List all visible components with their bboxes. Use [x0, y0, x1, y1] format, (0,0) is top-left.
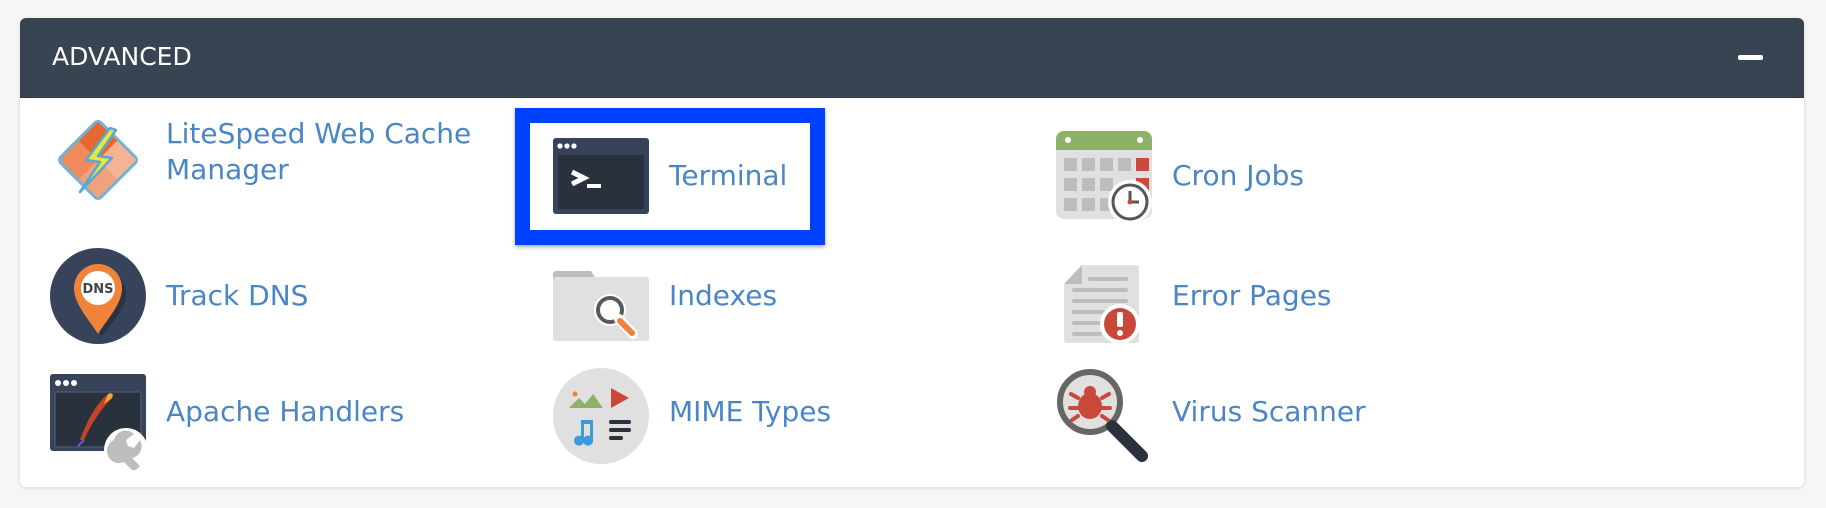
collapse-button[interactable] [1736, 46, 1766, 70]
terminal-icon [553, 138, 649, 214]
item-apache-handlers[interactable]: Apache Handlers [50, 374, 450, 470]
item-virus-scanner[interactable]: Virus Scanner [1056, 368, 1396, 468]
item-label: Terminal [669, 159, 788, 192]
item-label: Cron Jobs [1172, 159, 1304, 192]
svg-text:DNS: DNS [82, 282, 113, 297]
minus-icon [1738, 55, 1763, 60]
item-cron-jobs[interactable]: Cron Jobs [1056, 128, 1356, 224]
litespeed-icon [58, 120, 138, 200]
item-indexes[interactable]: Indexes [553, 256, 853, 352]
panel-header[interactable]: ADVANCED [20, 18, 1804, 98]
calendar-clock-icon [1056, 131, 1152, 224]
item-track-dns[interactable]: DNS Track DNS [50, 248, 450, 344]
apache-wrench-icon [50, 374, 146, 470]
item-label: Error Pages [1172, 279, 1332, 312]
panel-title: ADVANCED [52, 42, 192, 71]
dns-pin-icon: DNS [50, 248, 146, 344]
advanced-panel: ADVANCED LiteSpeed Web Cache Manager Ter… [20, 18, 1804, 487]
item-litespeed-web-cache-manager[interactable]: LiteSpeed Web Cache Manager [50, 110, 472, 206]
item-mime-types[interactable]: MIME Types [553, 368, 873, 464]
media-types-icon [553, 368, 649, 464]
document-error-icon [1064, 265, 1140, 344]
bug-magnifier-icon [1057, 369, 1148, 462]
item-label: MIME Types [669, 395, 832, 428]
item-label: Track DNS [166, 279, 309, 312]
item-error-pages[interactable]: Error Pages [1056, 248, 1376, 344]
item-label: Indexes [669, 279, 778, 312]
item-label: Virus Scanner [1172, 395, 1366, 428]
item-label: LiteSpeed Web Cache Manager [166, 117, 472, 186]
item-label: Apache Handlers [166, 395, 405, 428]
folder-search-icon [553, 271, 649, 341]
item-terminal[interactable]: Terminal [553, 138, 787, 214]
